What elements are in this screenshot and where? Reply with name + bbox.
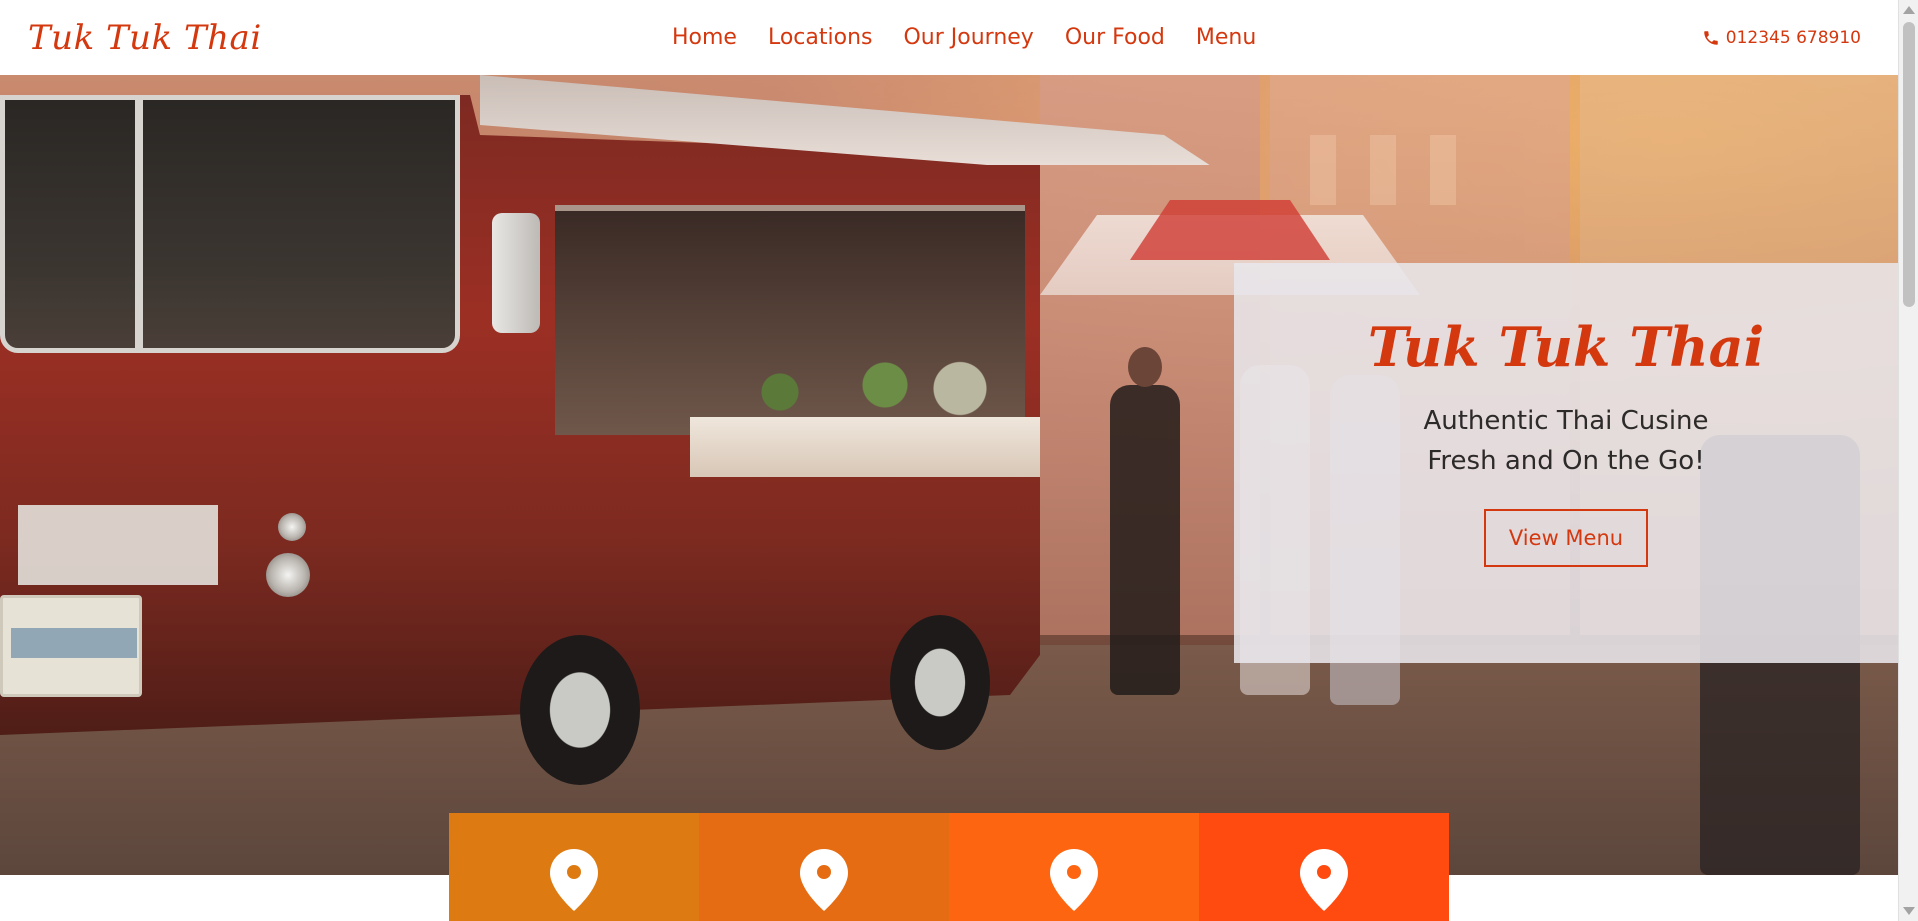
- main-nav: Home Locations Our Journey Our Food Menu: [672, 0, 1256, 75]
- phone-icon: [1702, 29, 1720, 47]
- location-tile[interactable]: [1199, 813, 1449, 921]
- truck-windshield: [0, 95, 460, 353]
- food-truck: [0, 95, 1040, 735]
- hero-title: Tuk Tuk Thai: [1367, 315, 1765, 379]
- truck-mirror: [492, 213, 540, 333]
- truck-wheel: [520, 635, 640, 785]
- view-menu-button[interactable]: View Menu: [1484, 509, 1648, 567]
- location-tile[interactable]: [699, 813, 949, 921]
- nav-our-food[interactable]: Our Food: [1065, 25, 1165, 50]
- phone-number: 012345 678910: [1725, 27, 1861, 48]
- site-header: Tuk Tuk Thai Home Locations Our Journey …: [0, 0, 1898, 75]
- map-pin-icon: [550, 849, 598, 911]
- scroll-down-icon[interactable]: [1903, 907, 1915, 915]
- hero-subtitle-line2: Fresh and On the Go!: [1427, 446, 1705, 476]
- truck-headlight: [266, 553, 310, 597]
- map-pin-icon: [1050, 849, 1098, 911]
- nav-menu[interactable]: Menu: [1196, 25, 1256, 50]
- truck-plants: [720, 350, 1020, 420]
- hero-subtitle-line1: Authentic Thai Cusine: [1423, 406, 1709, 436]
- brand-logo[interactable]: Tuk Tuk Thai: [28, 18, 262, 58]
- nav-our-journey[interactable]: Our Journey: [903, 25, 1033, 50]
- truck-license-plate: [0, 595, 142, 697]
- page-scrollbar[interactable]: [1898, 0, 1918, 921]
- location-tiles: [449, 813, 1449, 921]
- nav-home[interactable]: Home: [672, 25, 737, 50]
- truck-headlight: [278, 513, 306, 541]
- pedestrian: [1110, 347, 1180, 695]
- hero-card: Tuk Tuk Thai Authentic Thai Cusine Fresh…: [1234, 263, 1898, 663]
- truck-sticker: [18, 505, 218, 585]
- truck-counter: [690, 417, 1040, 477]
- hero-subtitle: Authentic Thai Cusine Fresh and On the G…: [1423, 401, 1708, 481]
- nav-locations[interactable]: Locations: [768, 25, 873, 50]
- scroll-up-icon[interactable]: [1903, 6, 1915, 14]
- phone-contact[interactable]: 012345 678910: [1702, 0, 1861, 75]
- map-pin-icon: [800, 849, 848, 911]
- location-tile[interactable]: [949, 813, 1199, 921]
- truck-wheel: [890, 615, 990, 750]
- location-tile[interactable]: [449, 813, 699, 921]
- scroll-thumb[interactable]: [1903, 22, 1915, 307]
- map-pin-icon: [1300, 849, 1348, 911]
